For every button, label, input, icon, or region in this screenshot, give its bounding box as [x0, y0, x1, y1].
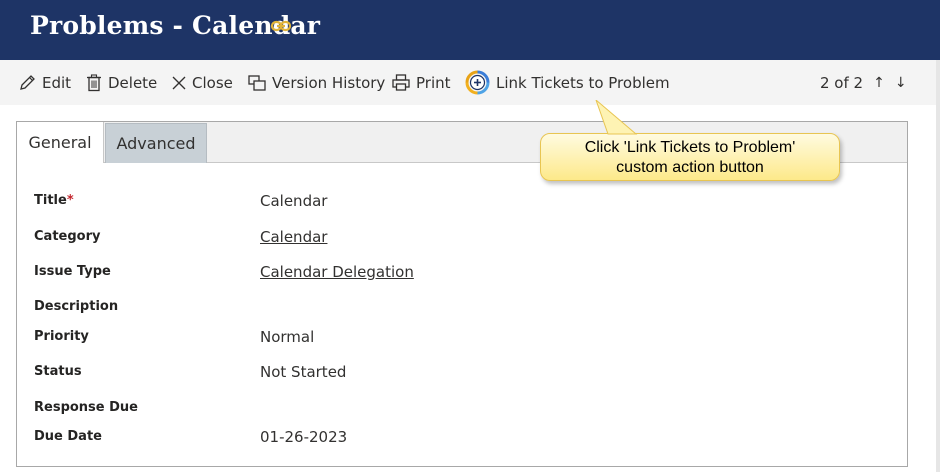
pencil-icon	[20, 75, 35, 90]
arrow-up-icon[interactable]: ↑	[873, 75, 885, 91]
close-button[interactable]: Close	[172, 60, 233, 105]
version-history-button[interactable]: Version History	[248, 60, 385, 105]
version-history-icon	[248, 74, 266, 91]
command-bar: Edit Delete Close Version History Print …	[0, 60, 938, 105]
record-pager: 2 of 2 ↑ ↓	[820, 60, 907, 105]
callout-line-2: custom action button	[616, 159, 764, 176]
delete-button[interactable]: Delete	[86, 60, 157, 105]
link-icon[interactable]	[271, 19, 291, 33]
issue-type-label: Issue Type	[34, 264, 111, 279]
category-link[interactable]: Calendar	[260, 228, 327, 246]
link-tickets-to-problem-button[interactable]: Link Tickets to Problem	[465, 60, 670, 105]
link-tickets-label: Link Tickets to Problem	[496, 73, 670, 92]
print-label: Print	[416, 73, 451, 92]
status-value: Not Started	[260, 363, 347, 381]
page-header: Problems - Calendar	[0, 0, 940, 60]
callout-line-1: Click 'Link Tickets to Problem'	[584, 139, 796, 156]
edit-label: Edit	[42, 73, 72, 92]
printer-icon	[392, 74, 410, 91]
title-label: Title*	[34, 193, 74, 208]
add-circle-icon	[465, 70, 490, 95]
callout-annotation: Click 'Link Tickets to Problem' custom a…	[540, 133, 840, 181]
tab-advanced[interactable]: Advanced	[105, 123, 207, 163]
callout-pointer	[595, 100, 638, 135]
edit-button[interactable]: Edit	[19, 60, 71, 105]
close-icon	[172, 76, 186, 89]
print-button[interactable]: Print	[392, 60, 451, 105]
response-due-label: Response Due	[34, 400, 138, 415]
description-label: Description	[34, 299, 119, 314]
close-label: Close	[192, 73, 233, 92]
category-label: Category	[34, 229, 101, 244]
title-value: Calendar	[260, 192, 328, 210]
priority-value: Normal	[260, 328, 315, 346]
pager-count: 2 of 2	[820, 73, 864, 92]
priority-label: Priority	[34, 329, 89, 344]
status-label: Status	[34, 364, 82, 379]
version-history-label: Version History	[272, 73, 386, 92]
trash-icon	[87, 73, 101, 91]
arrow-down-icon[interactable]: ↓	[895, 75, 907, 91]
due-date-value: 01-26-2023	[260, 428, 348, 446]
delete-label: Delete	[108, 73, 158, 92]
issue-type-link[interactable]: Calendar Delegation	[260, 263, 414, 281]
required-marker: *	[66, 193, 74, 208]
tab-general[interactable]: General	[17, 122, 104, 163]
due-date-label: Due Date	[34, 429, 102, 444]
scrollbar-edge	[936, 60, 940, 472]
